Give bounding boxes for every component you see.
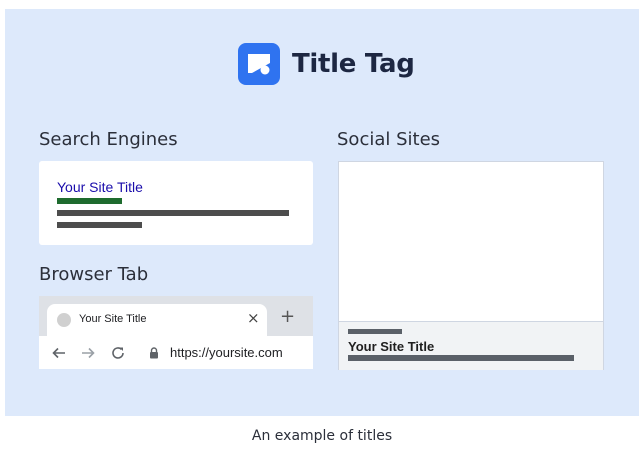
close-icon[interactable]: × [247,309,260,327]
lock-icon [150,347,158,359]
browser-tab[interactable]: Your Site Title × [47,304,267,336]
new-tab-icon[interactable]: + [280,306,295,327]
brand-header: Title Tag [238,42,415,86]
search-result-snippet-line [57,222,142,228]
social-description-bar [348,355,574,361]
search-result-title: Your Site Title [57,179,143,195]
social-card-footer: Your Site Title [339,321,603,370]
social-card-title: Your Site Title [348,339,435,354]
social-share-card: Your Site Title [338,161,604,370]
browser-tab-heading: Browser Tab [39,264,149,285]
search-result-card: Your Site Title [39,161,313,245]
social-domain-bar [348,329,402,334]
brand-title: Title Tag [292,49,415,79]
search-result-url-bar [57,198,122,204]
back-arrow-icon[interactable] [51,345,67,361]
browser-window: Your Site Title × + https://yoursite.com [39,296,313,369]
title-tag-logo-icon [238,43,280,85]
social-sites-heading: Social Sites [337,129,441,150]
favicon-icon [57,313,71,327]
reload-icon[interactable] [110,345,126,361]
search-engines-heading: Search Engines [39,129,178,150]
search-result-snippet-line [57,210,289,216]
figure-caption: An example of titles [251,428,393,444]
forward-arrow-icon[interactable] [80,345,96,361]
browser-toolbar: https://yoursite.com [39,336,313,369]
browser-tab-title: Your Site Title [79,313,147,325]
address-bar-url[interactable]: https://yoursite.com [170,345,283,360]
